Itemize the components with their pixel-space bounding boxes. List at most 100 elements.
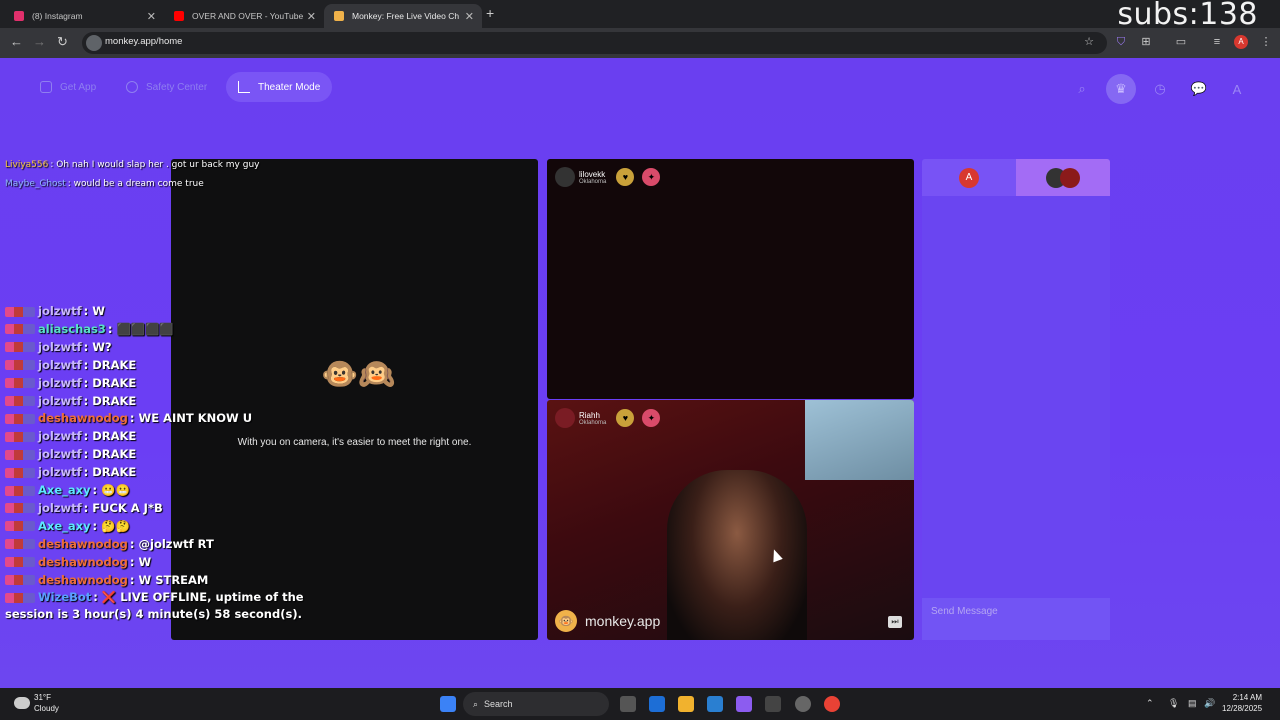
chat-text: : 😬😬 (92, 483, 130, 497)
stream-chat-line: jolzwtf: DRAKE (5, 376, 136, 390)
search-icon[interactable]: ⌕ (1067, 74, 1097, 104)
microsoft-store-icon[interactable] (707, 696, 723, 712)
extensions-icon[interactable]: ⊞ (1139, 35, 1153, 49)
crown-icon[interactable]: ♛ (1106, 74, 1136, 104)
chat-tab-self[interactable]: A (922, 159, 1016, 196)
chat-text: : DRAKE (83, 447, 137, 462)
gift-icon[interactable]: ✦ (642, 409, 661, 427)
tab-search-icon[interactable]: ≡ (1210, 35, 1224, 49)
avatar[interactable] (555, 408, 575, 428)
shield-icon (126, 81, 138, 93)
chat-username: jolzwtf (38, 429, 82, 444)
chat-text: : FUCK A J*B (83, 500, 163, 515)
stream-chat-line: Liviya556: Oh nah I would slap her . got… (5, 160, 259, 170)
temperature: 31°F (34, 693, 51, 702)
close-icon[interactable]: ✕ (465, 10, 474, 23)
theater-mode-button[interactable]: Theater Mode (226, 72, 333, 102)
send-message-input[interactable]: Send Message (922, 598, 1110, 640)
chat-badges-icon (5, 539, 35, 550)
tab-youtube[interactable]: OVER AND OVER - YouTube ✕ (164, 4, 324, 28)
remote-username: Riahh (579, 410, 600, 420)
chat-badges-icon (5, 592, 35, 603)
chrome-icon[interactable] (824, 696, 840, 712)
messages-icon[interactable]: 💬 (1184, 74, 1214, 104)
close-icon[interactable]: ✕ (307, 10, 316, 23)
tab-title: OVER AND OVER - YouTube (192, 11, 304, 21)
phone-icon (40, 81, 52, 93)
chat-badges-icon (5, 431, 35, 442)
chat-badges-icon (5, 306, 35, 317)
chat-text: : DRAKE (83, 375, 137, 390)
tab-monkey[interactable]: Monkey: Free Live Video Ch ✕ (324, 4, 482, 28)
search-icon: ⌕ (473, 698, 479, 709)
profile-button[interactable]: A (1222, 74, 1252, 104)
chevron-up-icon[interactable]: ⌃ (1146, 698, 1154, 709)
site-info-icon[interactable] (86, 35, 102, 51)
side-chat-panel: A Send Message (922, 159, 1110, 640)
heart-icon[interactable]: ♥ (616, 409, 635, 427)
extension-shield-icon[interactable]: ⛉ (1114, 35, 1128, 49)
chat-tab-partners[interactable] (1016, 159, 1110, 196)
avatar[interactable] (555, 167, 575, 187)
safety-center-button[interactable]: Safety Center (126, 72, 207, 102)
history-icon[interactable]: ◷ (1145, 74, 1175, 104)
profile-avatar[interactable]: A (1234, 35, 1248, 49)
chat-text: : ⬛⬛⬛⬛ (107, 321, 174, 336)
copilot-icon[interactable] (736, 696, 752, 712)
watermark-text: monkey.app (585, 613, 661, 629)
bookmark-star-icon[interactable]: ☆ (1082, 35, 1096, 49)
forward-icon[interactable]: → (33, 34, 46, 49)
obs-icon[interactable] (795, 696, 811, 712)
system-clock[interactable]: 2:14 AM 12/28/2025 (1222, 692, 1262, 714)
app-icon[interactable] (765, 696, 781, 712)
remote-username: lilovekk (579, 169, 606, 179)
weather-widget[interactable]: 31°F Cloudy (14, 692, 59, 714)
chat-badges-icon (5, 360, 35, 371)
expand-icon (238, 81, 250, 93)
chat-text: : W (129, 554, 152, 569)
chat-badges-icon (5, 521, 35, 532)
chat-text: : W? (83, 339, 112, 354)
volume-icon[interactable]: 🔊 (1204, 698, 1215, 709)
stream-chat-line: jolzwtf: W? (5, 340, 112, 354)
gift-icon[interactable]: ✦ (642, 168, 661, 186)
store-icon[interactable] (649, 696, 665, 712)
heart-icon[interactable]: ♥ (616, 168, 635, 186)
microphone-icon[interactable]: 🎙 (1168, 698, 1179, 709)
chat-badges-icon (5, 485, 35, 496)
windows-start-icon[interactable] (440, 696, 456, 712)
monkey-logo-icon: 🐵 (555, 610, 577, 632)
task-view-icon[interactable] (620, 696, 636, 712)
chat-badges-icon (5, 467, 35, 478)
chat-username: jolzwtf (38, 357, 82, 372)
omnibox[interactable]: monkey.app/home (82, 32, 1107, 54)
stream-chat-line: jolzwtf: DRAKE (5, 358, 136, 372)
skip-icon[interactable]: ⏭ (888, 616, 902, 628)
get-app-label: Get App (60, 81, 97, 93)
back-icon[interactable]: ← (10, 34, 23, 49)
background-screen (805, 400, 914, 480)
menu-icon[interactable]: ⋮ (1259, 35, 1273, 49)
monkey-icon (334, 11, 344, 21)
chat-text: : W STREAM (129, 572, 209, 587)
close-icon[interactable]: ✕ (147, 10, 156, 23)
chat-badges-icon (5, 342, 35, 353)
wifi-icon[interactable]: ▤ (1188, 698, 1197, 709)
cast-icon[interactable]: ▭ (1174, 35, 1188, 49)
self-camera-panel: 🐵🙉 With you on camera, it's easier to me… (171, 159, 538, 640)
new-tab-button[interactable]: + (486, 5, 494, 21)
chat-username: Maybe_Ghost (5, 179, 66, 189)
reload-icon[interactable]: ↻ (57, 34, 68, 50)
get-app-button[interactable]: Get App (40, 72, 96, 102)
file-explorer-icon[interactable] (678, 696, 694, 712)
tab-instagram[interactable]: (8) Instagram ✕ (4, 4, 164, 28)
tab-title: (8) Instagram (32, 11, 83, 21)
weather-condition: Cloudy (34, 704, 59, 713)
monkey-watermark: 🐵 monkey.app (555, 610, 660, 632)
browser-tab-bar: (8) Instagram ✕ OVER AND OVER - YouTube … (0, 0, 1280, 32)
remote-location: Oklahoma (579, 419, 607, 426)
instagram-icon (14, 11, 24, 21)
taskbar-search[interactable]: ⌕ Search (463, 692, 609, 716)
chat-badges-icon (5, 557, 35, 568)
send-message-placeholder: Send Message (931, 606, 998, 617)
